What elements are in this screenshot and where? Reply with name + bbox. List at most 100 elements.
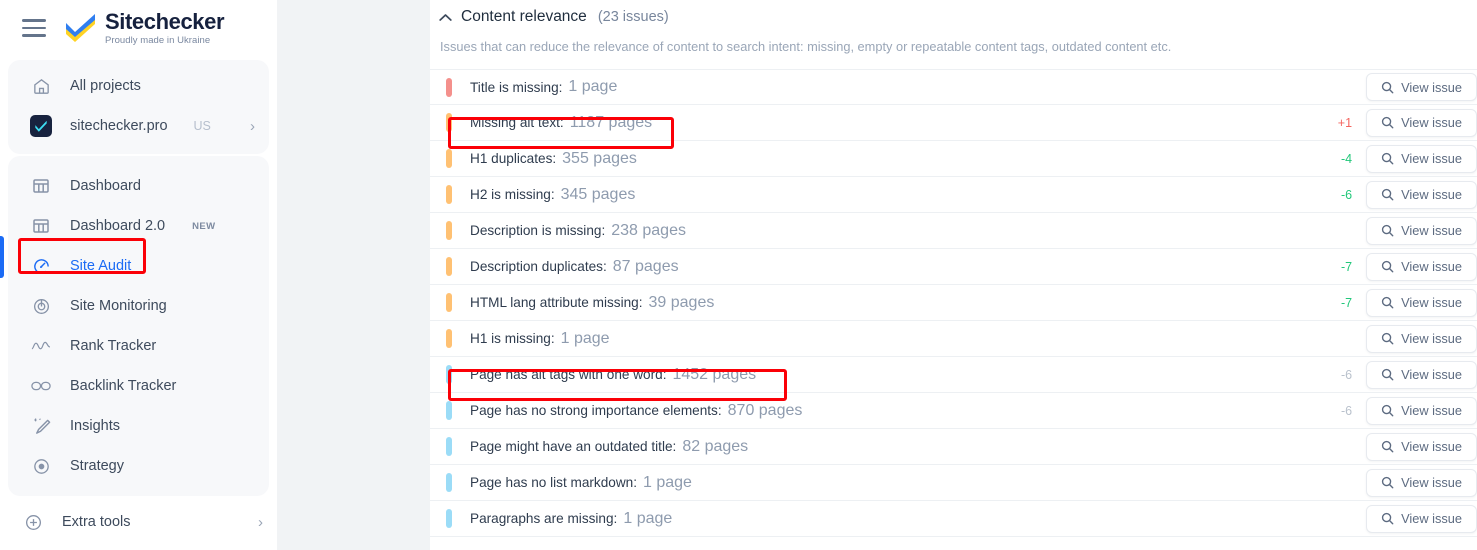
sidebar-item-insights[interactable]: Insights xyxy=(8,406,269,446)
view-issue-button[interactable]: View issue xyxy=(1366,288,1477,317)
issue-page-count: 1452 pages xyxy=(672,365,757,383)
sidebar-item-label: Insights xyxy=(70,418,120,434)
issue-name: Paragraphs are missing: xyxy=(470,511,618,526)
table-row[interactable]: Title is missing: 1 page View issue xyxy=(430,69,1477,105)
main-content: Content relevance (23 issues) Issues tha… xyxy=(430,0,1477,550)
sidebar-item-extra-tools[interactable]: Extra tools › xyxy=(0,502,277,542)
issue-name: Page might have an outdated title: xyxy=(470,439,677,454)
magnifier-icon xyxy=(1381,404,1394,417)
view-issue-button[interactable]: View issue xyxy=(1366,396,1477,425)
sidebar-item-dashboard-2[interactable]: Dashboard 2.0 NEW xyxy=(8,206,269,246)
view-issue-button[interactable]: View issue xyxy=(1366,252,1477,281)
view-issue-button[interactable]: View issue xyxy=(1366,73,1477,101)
table-row[interactable]: H1 duplicates: 355 pages -4 View issue xyxy=(430,141,1477,177)
sidebar-item-sitechecker-pro[interactable]: sitechecker.pro US › xyxy=(8,106,269,146)
app-logo[interactable]: Sitechecker Proudly made in Ukraine xyxy=(64,10,225,46)
table-row[interactable]: Page has no list markdown: 1 page View iss… xyxy=(430,465,1477,501)
table-row[interactable]: H1 is missing: 1 page View issue xyxy=(430,321,1477,357)
issue-name: Missing alt text: xyxy=(470,115,564,130)
issue-delta: -7 xyxy=(1340,259,1353,274)
sidebar-item-all-projects[interactable]: All projects xyxy=(8,66,269,106)
severity-indicator xyxy=(446,113,452,132)
view-issue-label: View issue xyxy=(1401,439,1462,454)
view-issue-button[interactable]: View issue xyxy=(1366,432,1477,461)
table-row[interactable]: Description duplicates: 87 pages -7 View is… xyxy=(430,249,1477,285)
chevron-right-icon[interactable]: › xyxy=(258,515,263,530)
insights-magic-wand-icon xyxy=(30,415,52,437)
view-issue-label: View issue xyxy=(1401,295,1462,310)
severity-indicator xyxy=(446,329,452,348)
magnifier-icon xyxy=(1381,260,1394,273)
dashboard-grid-icon xyxy=(30,215,52,237)
issue-name: Description is missing: xyxy=(470,223,606,238)
layout-gap xyxy=(277,0,430,550)
table-row[interactable]: Page has no strong importance elements: 8… xyxy=(430,393,1477,429)
issue-name: Page has no strong importance elements: xyxy=(470,403,722,418)
sidebar-item-dashboard[interactable]: Dashboard xyxy=(8,166,269,206)
active-nav-indicator xyxy=(0,236,4,278)
view-issue-label: View issue xyxy=(1401,511,1462,526)
issue-page-count: 82 pages xyxy=(682,437,749,455)
new-badge: NEW xyxy=(192,220,216,232)
magnifier-icon xyxy=(1381,116,1394,129)
view-issue-button[interactable]: View issue xyxy=(1366,324,1477,353)
issue-page-count: 1187 pages xyxy=(569,113,653,131)
sidebar-item-strategy[interactable]: Strategy xyxy=(8,446,269,486)
issue-page-count: 1 page xyxy=(623,509,673,527)
sidebar-item-site-monitoring[interactable]: Site Monitoring xyxy=(8,286,269,326)
sidebar-item-site-audit[interactable]: Site Audit xyxy=(8,246,269,286)
view-issue-label: View issue xyxy=(1401,367,1462,382)
issue-delta: -6 xyxy=(1340,367,1353,382)
severity-indicator xyxy=(446,185,452,204)
sidebar-item-backlink-tracker[interactable]: Backlink Tracker xyxy=(8,366,269,406)
sidebar-item-label: Strategy xyxy=(70,458,124,474)
issue-page-count: 87 pages xyxy=(612,257,679,275)
table-row[interactable]: Missing alt text: 1187 pages +1 View issue xyxy=(430,105,1477,141)
magnifier-icon xyxy=(1381,440,1394,453)
chevron-up-icon[interactable] xyxy=(438,13,452,22)
view-issue-button[interactable]: View issue xyxy=(1366,468,1477,497)
view-issue-button[interactable]: View issue xyxy=(1366,108,1477,137)
sidebar-item-rank-tracker[interactable]: Rank Tracker xyxy=(8,326,269,366)
view-issue-label: View issue xyxy=(1401,331,1462,346)
issue-name: HTML lang attribute missing: xyxy=(470,295,643,310)
view-issue-button[interactable]: View issue xyxy=(1366,504,1477,533)
view-issue-button[interactable]: View issue xyxy=(1366,180,1477,209)
hamburger-menu-icon[interactable] xyxy=(22,19,46,37)
rank-tracker-chart-icon xyxy=(30,335,52,357)
issue-page-count: 345 pages xyxy=(560,185,636,203)
issue-delta: -7 xyxy=(1340,295,1353,310)
table-row[interactable]: Page might have an outdated title: 82 pag… xyxy=(430,429,1477,465)
severity-indicator xyxy=(446,401,452,420)
view-issue-label: View issue xyxy=(1401,259,1462,274)
view-issue-button[interactable]: View issue xyxy=(1366,360,1477,389)
table-row[interactable]: HTML lang attribute missing: 39 pages -7 Vi… xyxy=(430,285,1477,321)
sidebar-item-label: Rank Tracker xyxy=(70,338,157,354)
table-row[interactable]: Description is missing: 238 pages View iss… xyxy=(430,213,1477,249)
section-header[interactable]: Content relevance (23 issues) xyxy=(430,0,1477,26)
issue-name: H2 is missing: xyxy=(470,187,555,202)
table-row[interactable]: Page has alt tags with one word: 1452 pag… xyxy=(430,357,1477,393)
magnifier-icon xyxy=(1381,368,1394,381)
severity-indicator xyxy=(446,221,452,240)
logo-tagline: Proudly made in Ukraine xyxy=(105,34,211,46)
sidebar-item-label: Backlink Tracker xyxy=(70,378,177,394)
view-issue-button[interactable]: View issue xyxy=(1366,144,1477,173)
severity-indicator xyxy=(446,77,452,97)
magnifier-icon xyxy=(1381,224,1394,237)
table-row[interactable]: H2 is missing: 345 pages -6 View issue xyxy=(430,177,1477,213)
view-issue-label: View issue xyxy=(1401,223,1462,238)
issue-name: Page has no list markdown: xyxy=(470,475,637,490)
strategy-target-icon xyxy=(30,455,52,477)
issue-count-label: (23 issues) xyxy=(597,9,669,25)
sidebar-item-label: Extra tools xyxy=(62,514,131,530)
issue-delta: +1 xyxy=(1337,115,1353,130)
site-audit-gauge-icon xyxy=(30,255,52,277)
severity-indicator xyxy=(446,293,452,312)
chevron-right-icon[interactable]: › xyxy=(250,119,255,134)
table-row[interactable]: Paragraphs are missing: 1 page View issue xyxy=(430,501,1477,537)
view-issue-button[interactable]: View issue xyxy=(1366,216,1477,245)
issue-page-count: 355 pages xyxy=(562,149,637,167)
issue-delta: -6 xyxy=(1340,403,1353,418)
view-issue-label: View issue xyxy=(1401,475,1462,490)
